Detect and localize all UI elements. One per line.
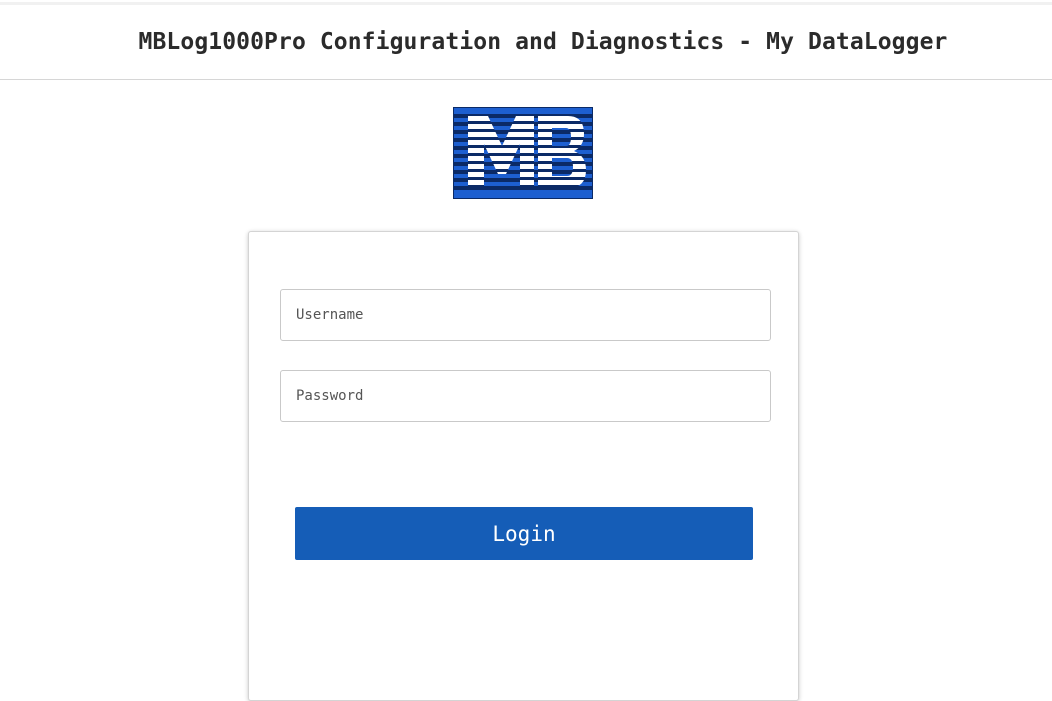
login-button[interactable]: Login (295, 507, 753, 560)
password-field[interactable] (280, 370, 771, 422)
login-card: Login (248, 231, 799, 701)
page-header: MBLog1000Pro Configuration and Diagnosti… (0, 5, 1052, 80)
mb-logo (453, 107, 593, 199)
username-field[interactable] (280, 289, 771, 341)
page-title: MBLog1000Pro Configuration and Diagnosti… (138, 29, 948, 55)
